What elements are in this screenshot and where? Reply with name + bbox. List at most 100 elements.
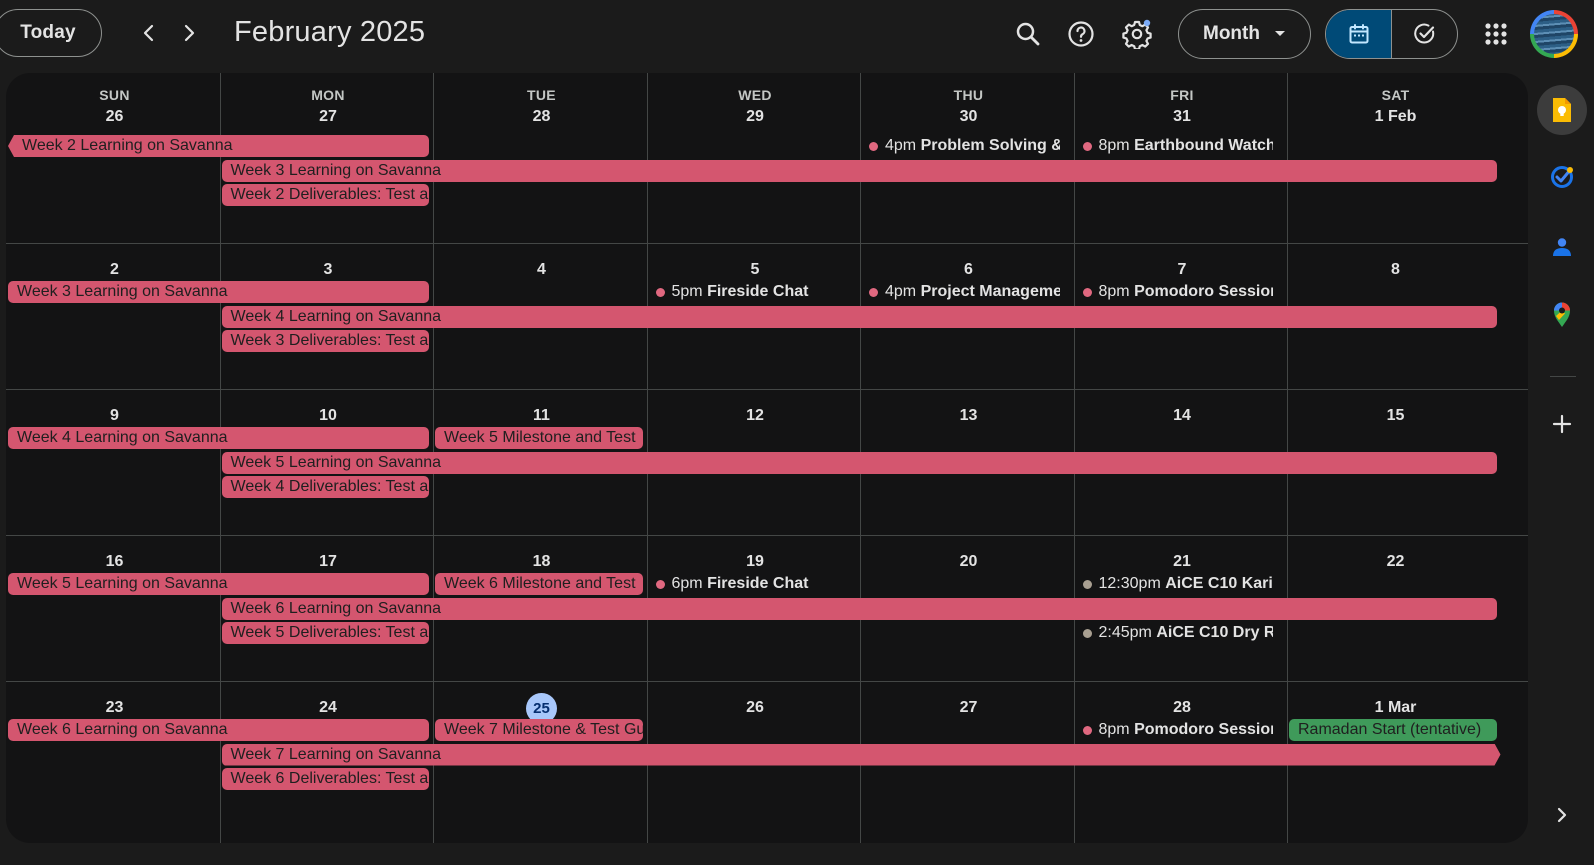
- all-day-event[interactable]: Week 7 Learning on Savanna: [222, 744, 1501, 766]
- next-month-button[interactable]: [172, 16, 206, 50]
- all-day-event[interactable]: Week 2 Deliverables: Test and Quiz: [221, 184, 429, 206]
- timed-event[interactable]: 6pm Fireside Chat: [647, 573, 847, 595]
- day-number[interactable]: 15: [1287, 407, 1504, 425]
- day-number[interactable]: 28: [433, 108, 650, 126]
- timed-event[interactable]: 8pm Pomodoro Session: [1074, 719, 1273, 741]
- maps-button[interactable]: [1540, 292, 1584, 336]
- previous-month-button[interactable]: [132, 16, 166, 50]
- all-day-event[interactable]: Ramadan Start (tentative): [1289, 719, 1497, 741]
- all-day-event[interactable]: Week 4 Learning on Savanna: [221, 305, 1497, 328]
- day-number[interactable]: 14: [1074, 407, 1291, 425]
- get-add-ons-button[interactable]: [1540, 402, 1584, 446]
- timed-event[interactable]: 5pm Fireside Chat: [647, 281, 847, 303]
- all-day-event[interactable]: Week 6 Milestone and Test: [435, 573, 643, 595]
- timed-event[interactable]: 4pm Project Management: [860, 281, 1060, 303]
- calendar-tasks-toggle: [1325, 9, 1458, 59]
- settings-button[interactable]: [1117, 14, 1157, 54]
- day-number[interactable]: 4: [433, 261, 650, 279]
- all-day-event[interactable]: Week 5 Learning on Savanna: [8, 573, 429, 595]
- day-number[interactable]: 6: [860, 261, 1077, 279]
- day-of-week-header: MON: [311, 87, 345, 103]
- day-number[interactable]: 29: [647, 108, 864, 126]
- day-number[interactable]: 13: [860, 407, 1077, 425]
- day-number[interactable]: 23: [6, 699, 223, 717]
- all-day-event[interactable]: Week 7 Milestone & Test Guide: [435, 719, 643, 741]
- day-number[interactable]: 7: [1074, 261, 1291, 279]
- day-number[interactable]: 28: [1074, 699, 1291, 717]
- event-title: Week 6 Learning on Savanna: [17, 721, 228, 738]
- search-button[interactable]: [1008, 14, 1048, 54]
- day-number[interactable]: 31: [1074, 108, 1291, 126]
- contacts-button[interactable]: [1540, 225, 1584, 269]
- show-side-panel-button[interactable]: [1540, 793, 1584, 837]
- event-title: Week 7 Learning on Savanna: [230, 745, 442, 763]
- all-day-event[interactable]: Week 3 Learning on Savanna: [221, 159, 1497, 182]
- day-number-label: 27: [319, 108, 337, 125]
- day-of-week-header: FRI: [1170, 87, 1194, 103]
- all-day-event[interactable]: Week 4 Deliverables: Test and Quiz: [221, 476, 429, 498]
- day-number[interactable]: 1 Mar: [1287, 699, 1504, 717]
- all-day-event[interactable]: Week 5 Milestone and Test: [435, 427, 643, 449]
- day-number[interactable]: 9: [6, 407, 223, 425]
- tasks-view-button[interactable]: [1392, 10, 1457, 58]
- day-number[interactable]: 24: [220, 699, 437, 717]
- calendar-view-button[interactable]: [1326, 10, 1392, 58]
- day-number[interactable]: 3: [220, 261, 437, 279]
- account-avatar[interactable]: [1530, 10, 1578, 58]
- tasks-button[interactable]: [1540, 155, 1584, 199]
- keep-button[interactable]: [1537, 85, 1587, 135]
- all-day-event[interactable]: Week 5 Learning on Savanna: [221, 451, 1497, 474]
- all-day-event[interactable]: Week 6 Learning on Savanna: [221, 597, 1497, 620]
- day-number[interactable]: 19: [647, 553, 864, 571]
- all-day-event[interactable]: Week 5 Deliverables: Test and Quiz: [221, 622, 429, 644]
- day-number[interactable]: 10: [220, 407, 437, 425]
- day-number[interactable]: 27: [220, 108, 437, 126]
- timed-event[interactable]: 8pm Pomodoro Session: [1074, 281, 1273, 303]
- day-number[interactable]: 26: [647, 699, 864, 717]
- event-title: Week 5 Learning on Savanna: [17, 575, 228, 592]
- day-number[interactable]: 21: [1074, 553, 1291, 571]
- week-divider: [6, 535, 1528, 536]
- day-number[interactable]: 12: [647, 407, 864, 425]
- day-number[interactable]: 22: [1287, 553, 1504, 571]
- day-number[interactable]: 1 Feb: [1287, 108, 1504, 126]
- timed-event[interactable]: 4pm Problem Solving & Critical Thinking: [860, 135, 1060, 157]
- day-number-label: 28: [1173, 699, 1191, 716]
- day-number[interactable]: 18: [433, 553, 650, 571]
- event-title: Week 6 Deliverables: Test and Quiz: [230, 770, 430, 787]
- day-number[interactable]: 26: [6, 108, 223, 126]
- apps-grid-icon: [1485, 23, 1507, 45]
- day-number[interactable]: 11: [433, 407, 650, 425]
- timed-event[interactable]: 12:30pm AiCE C10 Karibu: [1074, 573, 1273, 595]
- contacts-icon: [1553, 238, 1571, 256]
- view-selector[interactable]: Month: [1178, 9, 1311, 59]
- day-number[interactable]: 5: [647, 261, 864, 279]
- all-day-event[interactable]: Week 4 Learning on Savanna: [8, 427, 429, 449]
- all-day-event[interactable]: Week 3 Learning on Savanna: [8, 281, 429, 303]
- event-title: Fireside Chat: [707, 575, 809, 592]
- day-number[interactable]: 20: [860, 553, 1077, 571]
- day-number[interactable]: 27: [860, 699, 1077, 717]
- day-number[interactable]: 17: [220, 553, 437, 571]
- day-number[interactable]: 16: [6, 553, 223, 571]
- event-color-dot: [655, 288, 665, 297]
- day-number[interactable]: 8: [1287, 261, 1504, 279]
- timed-event[interactable]: 8pm Earthbound Watch Party: [1074, 135, 1273, 157]
- all-day-event[interactable]: Week 3 Deliverables: Test and Quiz: [221, 330, 429, 352]
- day-number[interactable]: 2: [6, 261, 223, 279]
- chevron-right-icon: [1557, 807, 1567, 823]
- all-day-event[interactable]: Week 2 Learning on Savanna: [8, 135, 429, 157]
- day-number-label: 21: [1173, 553, 1191, 570]
- day-number-label: 27: [959, 699, 978, 716]
- event-title: Pomodoro Session: [1134, 283, 1273, 300]
- timed-event[interactable]: 2:45pm AiCE C10 Dry Run: [1074, 622, 1273, 644]
- day-number[interactable]: 30: [860, 108, 1077, 126]
- all-day-event[interactable]: Week 6 Deliverables: Test and Quiz: [221, 768, 430, 790]
- today-button[interactable]: Today: [0, 9, 102, 57]
- google-apps-button[interactable]: [1476, 14, 1516, 54]
- all-day-event[interactable]: Week 6 Learning on Savanna: [8, 719, 429, 741]
- event-time: 8pm: [1098, 137, 1130, 154]
- day-of-week-header: SUN: [99, 87, 130, 103]
- help-button[interactable]: [1061, 14, 1101, 54]
- day-number-label: 6: [964, 261, 973, 278]
